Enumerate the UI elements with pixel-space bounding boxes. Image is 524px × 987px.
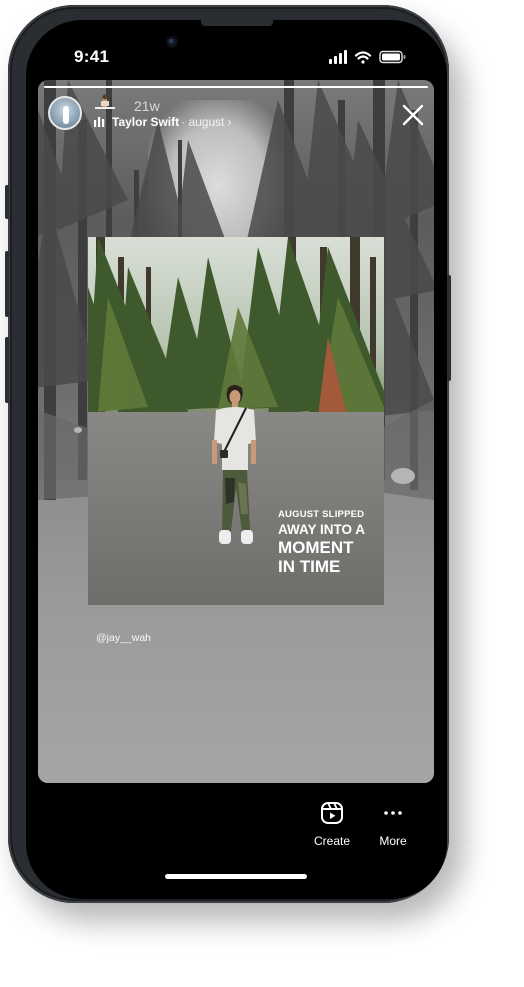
status-icons	[329, 50, 406, 64]
post-person	[212, 385, 256, 544]
signal-icon	[329, 50, 347, 64]
battery-icon	[379, 50, 406, 64]
home-indicator[interactable]	[165, 874, 307, 879]
story-time-ago: 21w	[134, 98, 160, 114]
shared-post[interactable]: AUGUST SLIPPED AWAY INTO A MOMENT IN TIM…	[88, 237, 384, 605]
front-camera	[166, 36, 178, 48]
caption-line-1: AUGUST SLIPPED	[278, 509, 365, 520]
post-caption: AUGUST SLIPPED AWAY INTO A MOMENT IN TIM…	[278, 510, 365, 575]
side-button-volume-up	[5, 251, 9, 317]
story-viewer[interactable]: 21w Taylor Swift · august › AUGUST SLIPP…	[38, 80, 434, 783]
side-button-volume-down	[5, 337, 9, 403]
caption-line-2: AWAY INTO A	[278, 521, 366, 537]
more-button[interactable]: More	[363, 801, 423, 848]
create-button[interactable]: Create	[302, 801, 362, 848]
artist-name: Taylor Swift	[112, 115, 180, 129]
audio-bars-icon	[94, 117, 105, 127]
status-time: 9:41	[74, 47, 110, 66]
post-author-handle[interactable]: @jay__wah	[96, 632, 151, 644]
wifi-icon	[354, 51, 372, 64]
story-progress-fill	[44, 86, 428, 88]
caption-line-3: MOMENT	[278, 538, 354, 557]
avatar-person	[63, 106, 69, 124]
side-button-power	[447, 275, 451, 381]
caption-line-4: IN TIME	[278, 557, 341, 576]
story-progress-bar	[44, 86, 428, 88]
avatar[interactable]	[48, 96, 82, 130]
speaker-grille	[201, 20, 273, 26]
song-title: · august	[181, 115, 225, 129]
chevron-right-icon: ›	[227, 115, 232, 129]
music-attribution[interactable]: Taylor Swift · august ›	[94, 115, 231, 129]
close-icon[interactable]	[402, 104, 424, 126]
phone-frame: 9:41 21w Taylor Swift · august › AUGUST …	[5, 5, 451, 903]
more-dots-icon	[384, 811, 402, 815]
music-sticker-icon	[95, 94, 115, 109]
create-label: Create	[313, 834, 351, 848]
reels-icon	[321, 802, 343, 824]
phone-screen: 9:41 21w Taylor Swift · august › AUGUST …	[26, 20, 447, 899]
side-button-silent	[5, 185, 9, 219]
more-label: More	[379, 834, 407, 848]
